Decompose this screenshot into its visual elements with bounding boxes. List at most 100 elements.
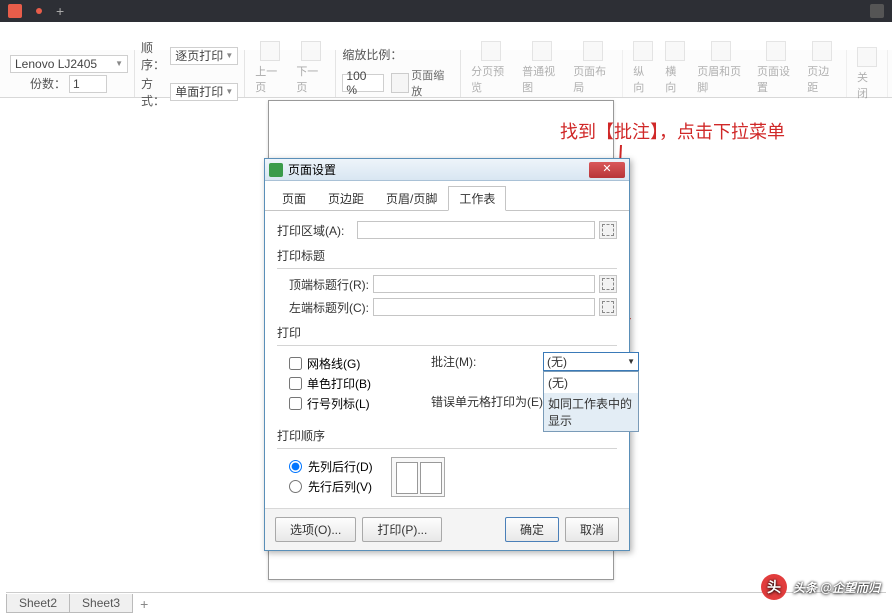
watermark-text: 头条 @企望而归 — [793, 579, 880, 596]
add-sheet-button[interactable]: + — [132, 596, 156, 612]
dialog-footer: 选项(O)... 打印(P)... 确定 取消 — [265, 508, 629, 550]
zoom-group: 缩放比例： 100 % 页面缩放 — [336, 50, 461, 97]
page-setup-dialog: 页面设置 ✕ 页面 页边距 页眉/页脚 工作表 打印区域(A): 打印标题 顶端… — [264, 158, 630, 551]
chevron-down-icon: ▼ — [627, 357, 635, 366]
landscape-icon — [665, 41, 685, 61]
copies-spinner[interactable]: 1 — [69, 75, 107, 93]
cancel-button[interactable]: 取消 — [565, 517, 619, 542]
bw-checkbox[interactable] — [289, 377, 302, 390]
page-layout-button[interactable]: 页面布局 — [569, 39, 616, 97]
printer-select[interactable]: Lenovo LJ2405▼ — [10, 55, 128, 73]
dialog-tabs: 页面 页边距 页眉/页脚 工作表 — [265, 181, 629, 211]
order-select[interactable]: 逐页打印▼ — [170, 47, 238, 65]
mode-label: 方式： — [141, 75, 167, 109]
header-icon — [711, 41, 731, 61]
errors-label: 错误单元格打印为(E): — [431, 393, 546, 410]
divider — [277, 345, 617, 346]
landscape-button[interactable]: 横向 — [661, 39, 689, 97]
left-cols-picker-button[interactable] — [599, 298, 617, 316]
ok-button[interactable]: 确定 — [505, 517, 559, 542]
window-control-icon[interactable] — [870, 4, 884, 18]
modified-dot-icon — [36, 8, 42, 14]
annotation-text: 找到【批注】，点击下拉菜单 — [560, 118, 785, 144]
comments-label: 批注(M): — [431, 353, 537, 370]
header-footer-button[interactable]: 页眉和页脚 — [693, 39, 749, 97]
tab-indicator-icon — [8, 4, 22, 18]
gridlines-checkbox[interactable] — [289, 357, 302, 370]
orient-group: 纵向 横向 页眉和页脚 页面设置 页边距 — [623, 50, 847, 97]
setup-icon — [766, 41, 786, 61]
paging-preview-button[interactable]: 分页预览 — [467, 39, 514, 97]
mode-select[interactable]: 单面打印▼ — [170, 83, 238, 101]
dialog-app-icon — [269, 163, 283, 177]
chevron-down-icon: ▼ — [225, 87, 233, 96]
normal-view-button[interactable]: 普通视图 — [518, 39, 565, 97]
chevron-down-icon: ▼ — [225, 51, 233, 60]
divider — [277, 268, 617, 269]
divider — [277, 448, 617, 449]
dialog-close-button[interactable]: ✕ — [589, 162, 625, 178]
watermark-icon: 头 — [761, 574, 787, 600]
ribbon-toolbar: Lenovo LJ2405▼ 份数： 1 顺序： 逐页打印▼ 方式： 单面打印▼… — [0, 50, 892, 98]
left-cols-input[interactable] — [373, 298, 595, 316]
zoom-label: 缩放比例： — [342, 46, 402, 63]
zoom-spinner[interactable]: 100 % — [342, 74, 384, 92]
next-page-icon — [301, 41, 321, 61]
print-area-input[interactable] — [357, 221, 595, 239]
order-down-label: 先列后行(D) — [308, 458, 373, 475]
sheet-tab-sheet3[interactable]: Sheet3 — [69, 594, 133, 613]
order-group: 顺序： 逐页打印▼ 方式： 单面打印▼ — [135, 50, 245, 97]
prev-page-icon — [260, 41, 280, 61]
portrait-button[interactable]: 纵向 — [629, 39, 657, 97]
paging-icon — [481, 41, 501, 61]
comments-option-as-displayed[interactable]: 如同工作表中的显示 — [544, 393, 638, 431]
sheet-tab-sheet2[interactable]: Sheet2 — [6, 594, 70, 613]
top-rows-label: 顶端标题行(R): — [289, 276, 369, 293]
next-page-button[interactable]: 下一页 — [292, 39, 329, 97]
options-button[interactable]: 选项(O)... — [275, 517, 356, 542]
layout-icon — [583, 41, 603, 61]
comments-combo[interactable]: (无) ▼ (无) 如同工作表中的显示 — [543, 352, 639, 371]
tab-margins[interactable]: 页边距 — [317, 186, 375, 211]
watermark: 头 头条 @企望而归 — [761, 574, 880, 600]
tab-sheet[interactable]: 工作表 — [448, 186, 506, 211]
chevron-down-icon: ▼ — [115, 59, 123, 68]
close-group: 关闭 — [847, 50, 888, 97]
margin-icon — [812, 41, 832, 61]
comments-dropdown-list: (无) 如同工作表中的显示 — [543, 371, 639, 432]
print-order-preview-icon — [391, 457, 445, 497]
gridlines-label: 网格线(G) — [307, 355, 360, 372]
margins-button[interactable]: 页边距 — [803, 39, 840, 97]
order-over-radio[interactable] — [289, 480, 302, 493]
tab-header-footer[interactable]: 页眉/页脚 — [375, 186, 448, 211]
top-rows-picker-button[interactable] — [599, 275, 617, 293]
close-icon — [857, 47, 877, 67]
comments-value: (无) — [547, 353, 567, 370]
print-area-label: 打印区域(A): — [277, 222, 353, 239]
nav-group: 上一页 下一页 — [245, 50, 336, 97]
dialog-titlebar[interactable]: 页面设置 ✕ — [265, 159, 629, 181]
new-tab-button[interactable]: + — [56, 3, 64, 19]
copies-label: 份数： — [30, 75, 66, 92]
prev-page-button[interactable]: 上一页 — [251, 39, 288, 97]
comments-option-none[interactable]: (无) — [544, 372, 638, 393]
dialog-title-text: 页面设置 — [288, 161, 336, 178]
tab-page[interactable]: 页面 — [271, 186, 317, 211]
rowcol-checkbox[interactable] — [289, 397, 302, 410]
print-area-picker-button[interactable] — [599, 221, 617, 239]
print-button[interactable]: 打印(P)... — [362, 517, 442, 542]
print-section-label: 打印 — [277, 324, 617, 341]
page-zoom-icon — [391, 73, 409, 93]
left-cols-label: 左端标题列(C): — [289, 299, 369, 316]
view-group: 分页预览 普通视图 页面布局 — [461, 50, 623, 97]
order-over-label: 先行后列(V) — [308, 478, 372, 495]
print-titles-label: 打印标题 — [277, 247, 617, 264]
top-rows-input[interactable] — [373, 275, 595, 293]
page-zoom-button[interactable]: 页面缩放 — [387, 65, 454, 101]
order-label: 顺序： — [141, 39, 167, 73]
page-setup-button[interactable]: 页面设置 — [753, 39, 799, 97]
order-down-radio[interactable] — [289, 460, 302, 473]
printer-group: Lenovo LJ2405▼ 份数： 1 — [4, 50, 135, 97]
close-preview-button[interactable]: 关闭 — [853, 45, 881, 103]
portrait-icon — [633, 41, 653, 61]
